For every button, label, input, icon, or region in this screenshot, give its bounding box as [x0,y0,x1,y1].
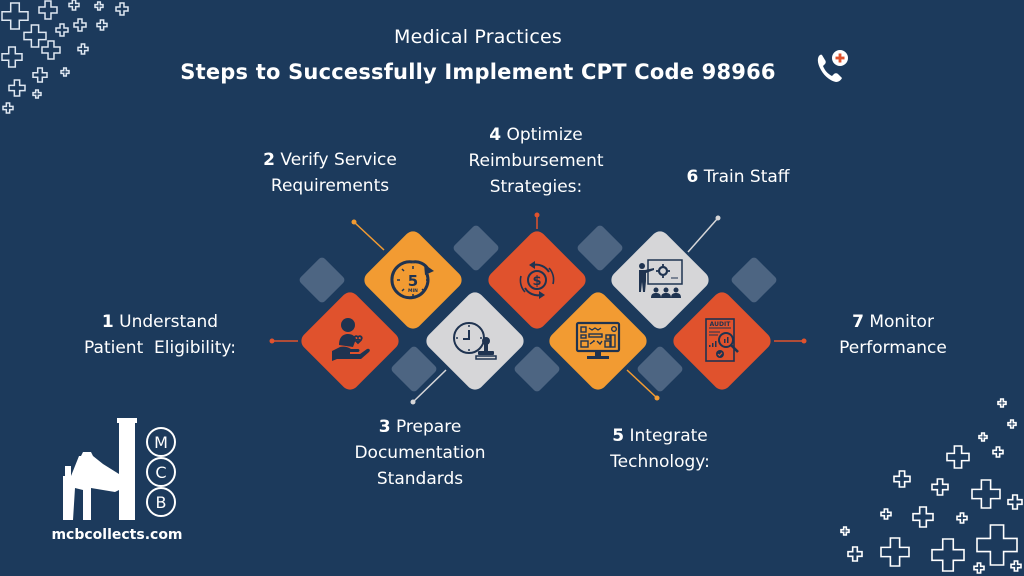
step-1-number: 1 [101,312,114,332]
step-3-number: 3 [378,417,391,437]
step-4-label: 4 Optimize Reimbursement Strategies: [468,125,604,197]
training-presentation-icon [639,259,683,298]
svg-text:$: $ [532,274,541,289]
five-minute-timer-icon: 5 MIN [390,260,434,300]
svg-text:AUDIT: AUDIT [710,321,732,328]
step-3-label: 3 Prepare Documentation Standards [354,417,486,489]
step-2-label: 2 Verify Service Requirements [263,150,397,196]
svg-text:MIN: MIN [408,288,418,294]
svg-text:5: 5 [408,272,418,290]
connector-1 [269,338,298,344]
step-6-label: 6 Train Staff [686,167,790,187]
clock-stamp-icon [453,322,497,360]
mcb-logo: M C B [63,418,176,520]
step-7-label: 7 Monitor Performance [839,312,947,358]
step-7-number: 7 [852,312,864,332]
step-2-number: 2 [263,150,275,170]
audit-report-icon: AUDIT [705,318,739,362]
dollar-cycle-icon: $ [519,261,555,299]
bridge-logo-icon [63,418,137,520]
website-url: mcbcollects.com [51,527,183,543]
step-6-number: 6 [686,167,699,187]
svg-text:M: M [154,433,168,452]
computer-dashboard-icon [575,321,621,359]
patient-care-hand-icon [332,318,370,361]
svg-text:C: C [155,463,166,482]
step-4-number: 4 [489,125,502,145]
step-1-label: 1 Understand Patient Eligibility: [84,312,236,358]
step-5-number: 5 [612,426,625,446]
svg-text:B: B [156,493,167,512]
connector-6 [687,215,721,253]
connector-2 [351,219,385,251]
connector-4 [534,212,540,229]
step-5-label: 5 Integrate Technology: [610,426,710,472]
